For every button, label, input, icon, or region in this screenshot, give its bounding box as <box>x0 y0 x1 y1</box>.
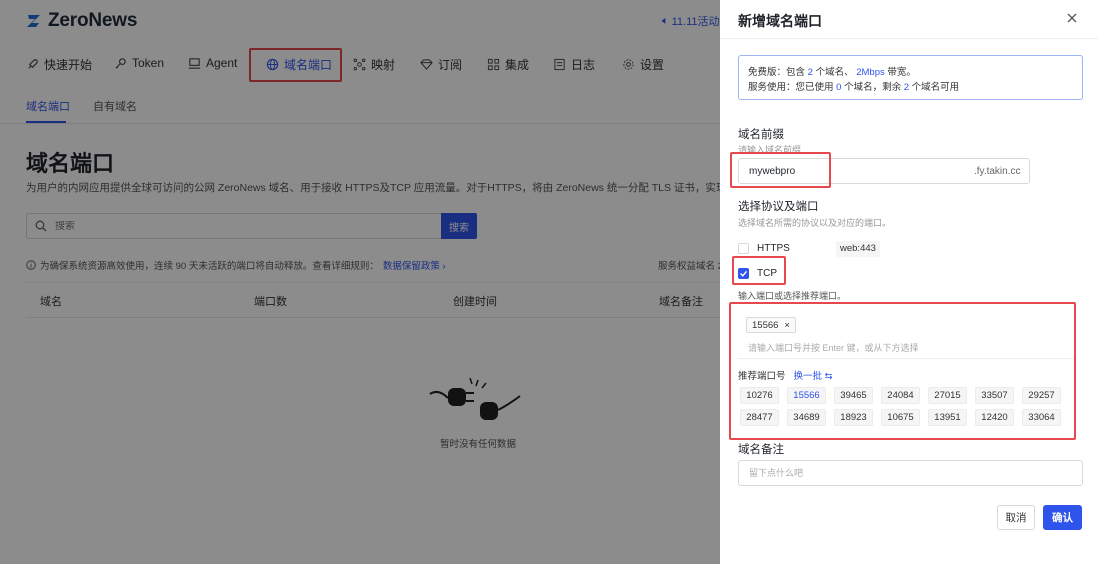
selected-port-value: 15566 <box>752 319 779 331</box>
close-icon[interactable] <box>1064 10 1080 26</box>
port-option[interactable]: 28477 <box>740 409 779 426</box>
prefix-value: mywebpro <box>749 165 796 177</box>
port-option[interactable]: 12420 <box>975 409 1014 426</box>
drawer-divider <box>720 38 1098 39</box>
domain-suffix: .fy.takin.cc <box>974 165 1021 177</box>
modal-overlay[interactable] <box>0 0 720 564</box>
port-option[interactable]: 34689 <box>787 409 826 426</box>
cancel-button[interactable]: 取消 <box>997 505 1035 530</box>
refresh-ports-button[interactable]: 换一批 ⇆ <box>794 368 833 382</box>
recommend-ports-header: 推荐端口号 换一批 ⇆ <box>738 368 833 382</box>
checkmark-icon <box>740 270 748 277</box>
https-port-tag: web:443 <box>836 241 880 257</box>
info-text: 个域名，剩余 <box>841 82 904 93</box>
port-option[interactable]: 15566 <box>787 387 826 404</box>
recommended-ports-grid: 10276 15566 39465 24084 27015 33507 2925… <box>740 387 1070 426</box>
port-option[interactable]: 27015 <box>928 387 967 404</box>
https-checkbox[interactable] <box>738 243 749 254</box>
port-input-placeholder: 请输入端口号并按 Enter 键，或从下方选择 <box>748 343 919 353</box>
port-option[interactable]: 13951 <box>928 409 967 426</box>
port-option[interactable]: 10675 <box>881 409 920 426</box>
https-label: HTTPS <box>757 243 790 254</box>
tcp-checkbox[interactable] <box>738 268 749 279</box>
recommend-label: 推荐端口号 <box>738 371 786 382</box>
plan-info-line2: 服务使用：您已使用 0 个域名，剩余 2 个域名可用 <box>748 80 1073 95</box>
remark-input[interactable]: 留下点什么吧 <box>738 460 1083 486</box>
port-option[interactable]: 29257 <box>1022 387 1061 404</box>
protocol-https-row[interactable]: HTTPS <box>738 243 827 254</box>
info-text: 带宽。 <box>884 67 916 78</box>
add-domain-drawer: 新增域名端口 免费版：包含 2 个域名、 2Mbps 带宽。 服务使用：您已使用… <box>720 0 1098 564</box>
protocol-label: 选择协议及端口 <box>738 201 819 213</box>
plan-info-box: 免费版：包含 2 个域名、 2Mbps 带宽。 服务使用：您已使用 0 个域名，… <box>738 55 1083 100</box>
port-option[interactable]: 39465 <box>834 387 873 404</box>
prefix-label: 域名前缀 <box>738 129 784 141</box>
drawer-title: 新增域名端口 <box>738 13 822 29</box>
info-text: 个域名可用 <box>909 82 960 93</box>
protocol-hint: 选择域名所需的协议以及对应的端口。 <box>738 218 892 228</box>
selected-port-tag: 15566 × <box>746 317 796 333</box>
port-option[interactable]: 18923 <box>834 409 873 426</box>
info-text: 服务使用：您已使用 <box>748 82 837 93</box>
prefix-hint: 请输入域名前缀 <box>738 145 802 155</box>
port-option[interactable]: 33507 <box>975 387 1014 404</box>
info-bandwidth: 2Mbps <box>856 67 885 78</box>
confirm-button[interactable]: 确认 <box>1043 505 1082 530</box>
info-text: 个域名、 <box>812 67 857 78</box>
port-option[interactable]: 10276 <box>740 387 779 404</box>
port-option[interactable]: 24084 <box>881 387 920 404</box>
domain-prefix-input[interactable]: mywebpro .fy.takin.cc <box>738 158 1030 184</box>
remark-label: 域名备注 <box>738 444 784 456</box>
remove-tag-icon[interactable]: × <box>784 320 790 331</box>
protocol-tcp-row[interactable]: TCP <box>738 268 827 279</box>
port-option[interactable]: 33064 <box>1022 409 1061 426</box>
info-text: 免费版：包含 <box>748 67 808 78</box>
plan-info-line1: 免费版：包含 2 个域名、 2Mbps 带宽。 <box>748 65 1073 80</box>
port-input[interactable]: 15566 × 请输入端口号并按 Enter 键，或从下方选择 <box>738 309 1075 359</box>
tcp-label: TCP <box>757 268 777 279</box>
port-hint: 输入端口或选择推荐端口。 <box>738 291 847 301</box>
